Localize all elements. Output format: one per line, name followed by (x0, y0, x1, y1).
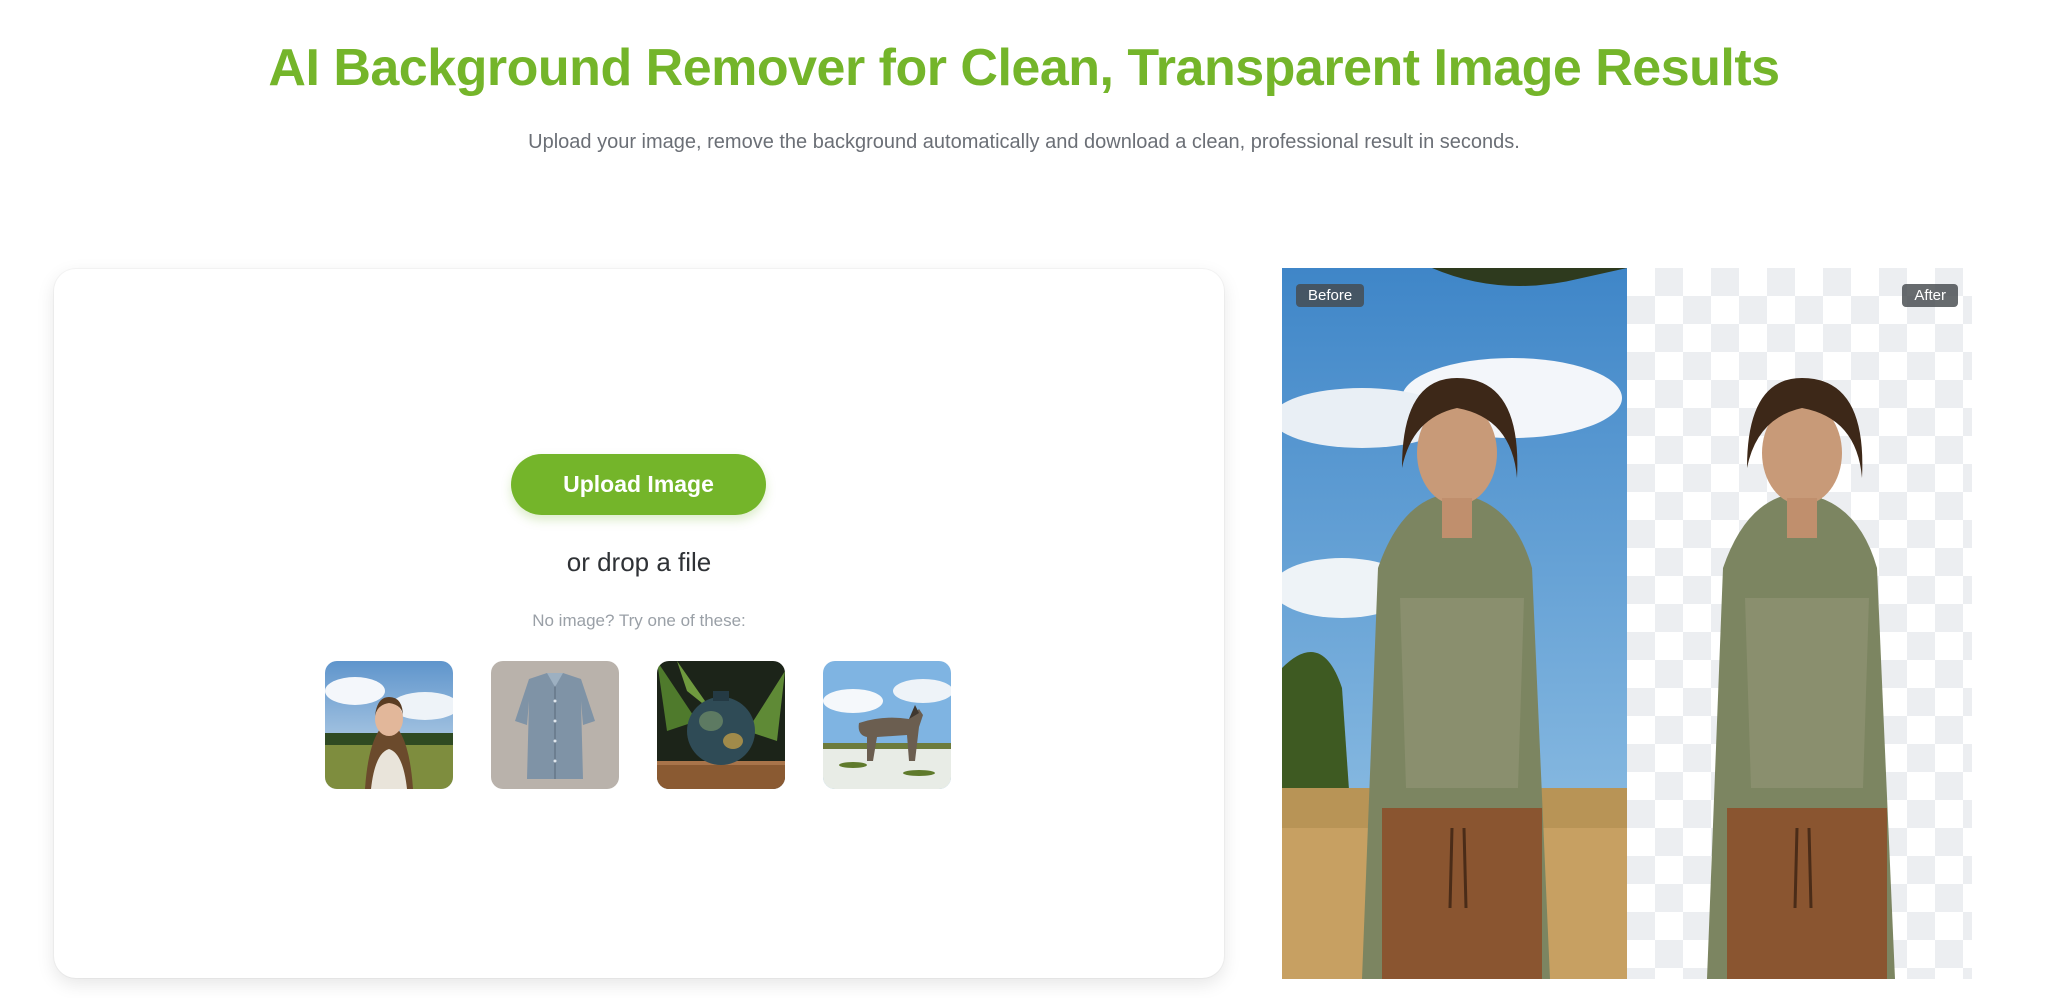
before-image: Before (1282, 268, 1627, 979)
upload-dropzone[interactable]: Upload Image or drop a file No image? Tr… (54, 269, 1224, 978)
before-after-preview: Before After (1282, 268, 1972, 979)
sample-image-shirt[interactable] (491, 661, 619, 789)
page-title: AI Background Remover for Clean, Transpa… (268, 39, 1780, 97)
sample-image-vase[interactable] (657, 661, 785, 789)
upload-image-button[interactable]: Upload Image (511, 454, 766, 515)
before-badge: Before (1296, 284, 1365, 307)
sample-image-wolf[interactable] (823, 661, 951, 789)
after-badge: After (1902, 284, 1958, 307)
after-image: After (1627, 268, 1972, 979)
drop-file-text: or drop a file (566, 547, 712, 577)
page-subtitle: Upload your image, remove the background… (528, 131, 1520, 153)
sample-image-woman[interactable] (325, 661, 453, 789)
sample-prompt-text: No image? Try one of these: (532, 611, 746, 630)
sample-images (325, 661, 951, 789)
